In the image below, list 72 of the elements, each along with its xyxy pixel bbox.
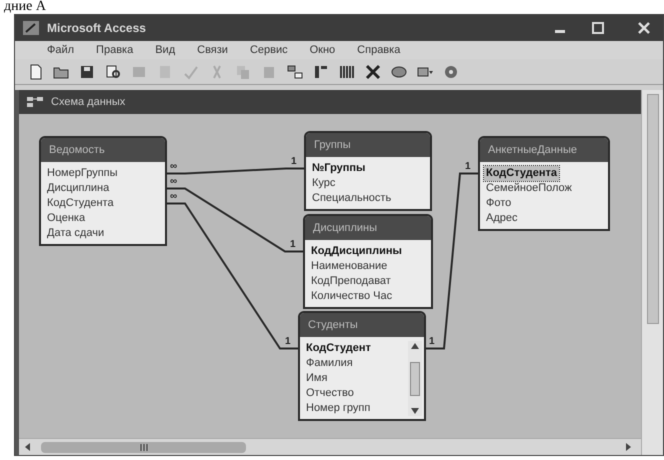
scroll-down-icon[interactable] (411, 408, 419, 414)
field-scrollbar[interactable] (408, 341, 422, 416)
cardinality-label: ∞ (170, 190, 178, 202)
cardinality-label: 1 (429, 336, 435, 346)
scrollbar-thumb[interactable] (41, 442, 246, 452)
field-name[interactable]: Дисциплина (45, 181, 112, 196)
field-name[interactable]: Количество Час (309, 289, 394, 304)
cardinality-label: ∞ (170, 160, 178, 172)
field-name[interactable]: Оценка (45, 211, 88, 226)
table-box[interactable]: Группы №Группы Курс Специальность (304, 131, 432, 211)
relationship-line[interactable] (167, 188, 303, 252)
field-name[interactable]: КодСтудента (45, 196, 116, 211)
field-name[interactable]: Фамилия (304, 356, 355, 371)
table-box[interactable]: Дисциплины КодДисциплины Наименование КодПреподават Количество Час (303, 214, 433, 309)
horizontal-scrollbar[interactable] (19, 438, 641, 455)
delete-icon[interactable] (365, 64, 381, 80)
app-icon (23, 21, 39, 35)
field-name[interactable]: Дата сдачи (45, 226, 106, 241)
relationship-line[interactable] (167, 168, 304, 174)
field-name[interactable]: Отчество (304, 386, 356, 401)
maximize-icon[interactable] (591, 21, 605, 35)
menu-item[interactable]: Файл (47, 42, 74, 58)
window-title: Microsoft Access (47, 20, 146, 37)
field-name[interactable]: КодСтудент (304, 341, 373, 356)
diagram-title: Схема данных (51, 94, 126, 110)
show-table-icon[interactable] (287, 64, 303, 80)
field-name[interactable]: Наименование (309, 259, 390, 274)
menu-item[interactable]: Справка (357, 42, 400, 58)
print-preview-icon[interactable] (105, 64, 121, 80)
cardinality-label: 1 (291, 156, 297, 166)
menu-item[interactable]: Правка (96, 42, 134, 58)
field-name[interactable]: СемейноеПолож (484, 181, 574, 196)
menu-item[interactable]: Вид (155, 42, 176, 58)
field-name[interactable]: КодПреподават (309, 274, 393, 289)
table-title: Группы (314, 138, 351, 153)
cardinality-label: 1 (465, 160, 471, 172)
relationship-line[interactable] (426, 172, 478, 350)
field-name[interactable]: КодСтудента (484, 166, 559, 181)
scroll-left-icon[interactable] (23, 442, 33, 452)
table-box[interactable]: АнкетныеДанные КодСтудента СемейноеПолож Фото Адрес (478, 136, 610, 231)
field-name[interactable]: КодДисциплины (309, 244, 404, 259)
field-name[interactable]: Специальность (310, 191, 394, 206)
field-name[interactable]: Фото (484, 196, 514, 211)
relationship-line[interactable] (167, 202, 298, 350)
table-title: Дисциплины (313, 220, 378, 236)
field-name[interactable]: Адрес (484, 211, 520, 226)
table-box[interactable]: Ведомость НомерГруппы Дисциплина КодСтудента Оценка Дата сдачи (39, 136, 167, 246)
table-box[interactable]: Студенты КодСтудент Фамилия Имя Отчество Номер групп (298, 311, 426, 421)
field-name[interactable]: НомерГруппы (45, 166, 120, 181)
vertical-scrollbar[interactable] (641, 90, 663, 455)
cardinality-label: 1 (290, 238, 296, 250)
field-name[interactable]: Номер групп (304, 401, 372, 416)
cardinality-label: ∞ (170, 176, 178, 186)
field-name[interactable]: Имя (304, 371, 330, 386)
scrollbar-thumb[interactable] (646, 94, 658, 324)
table-title: Ведомость (49, 142, 105, 158)
menu-item[interactable]: Окно (310, 42, 336, 58)
scroll-up-icon[interactable] (411, 343, 419, 349)
menu-item[interactable]: Сервис (250, 42, 288, 58)
field-name[interactable]: Курс (310, 176, 338, 191)
scroll-right-icon[interactable] (623, 442, 633, 452)
floppy-icon[interactable] (79, 64, 95, 80)
relationships-icon (27, 96, 43, 108)
table-title: Студенты (308, 318, 358, 333)
menu-item[interactable]: Связи (197, 42, 228, 58)
scrollbar-thumb[interactable] (410, 362, 420, 396)
close-icon[interactable] (637, 21, 651, 35)
grip-icon (140, 444, 148, 450)
table-title: АнкетныеДанные (488, 142, 577, 158)
page-caption: дние А (4, 0, 46, 14)
field-name[interactable]: №Группы (310, 161, 368, 176)
cardinality-label: 1 (285, 336, 291, 346)
